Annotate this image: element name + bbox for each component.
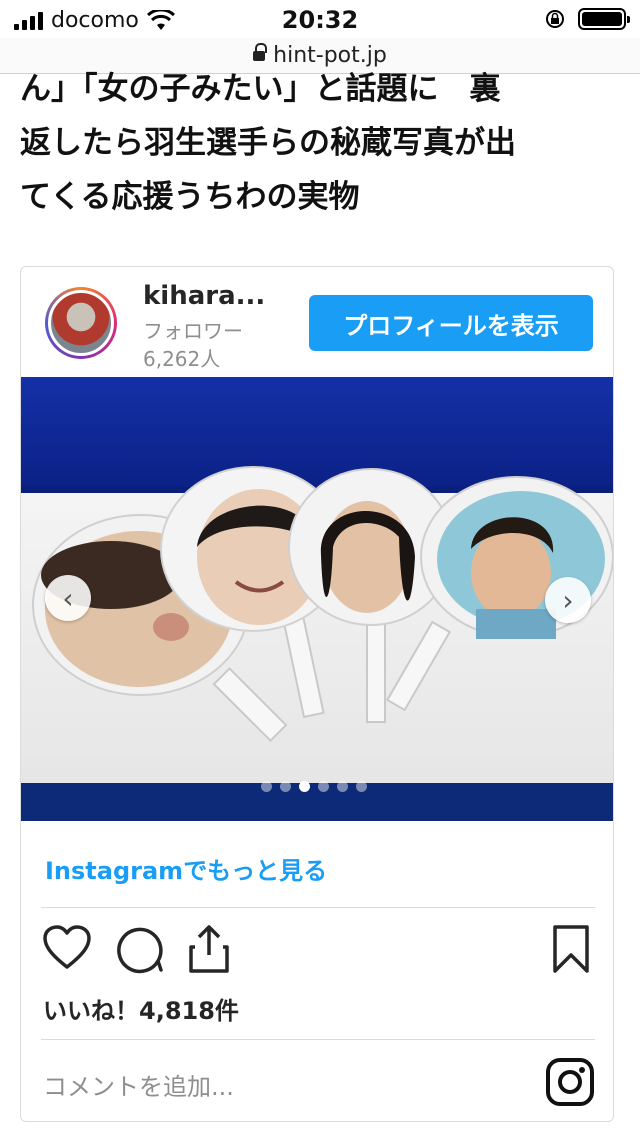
headline-line-3: てくる応援うちわの実物 [20, 179, 360, 215]
status-right [544, 8, 630, 30]
carousel-indicator [261, 781, 367, 792]
instagram-embed: kihara... フォロワー 6,262人 プロフィールを表示 ‹ › Ins… [20, 266, 614, 1122]
username[interactable]: kihara... [143, 281, 265, 311]
headline-line-1: ん」「女の子みたい」と話題に 裏 [20, 71, 501, 107]
carousel-dot [318, 781, 329, 792]
carousel-dot [299, 781, 310, 792]
lock-icon [253, 42, 268, 63]
view-profile-button[interactable]: プロフィールを表示 [309, 295, 593, 351]
carousel-dot [356, 781, 367, 792]
comment-input[interactable]: コメントを追加... [43, 1067, 234, 1102]
share-icon[interactable] [183, 923, 235, 975]
divider [41, 907, 595, 908]
carousel-dot [280, 781, 291, 792]
post-actions [41, 923, 595, 979]
divider [41, 1039, 595, 1040]
instagram-logo-icon[interactable] [545, 1057, 595, 1107]
carousel-dot [261, 781, 272, 792]
battery-icon [578, 8, 630, 30]
article-headline: ん」「女の子みたい」と話題に 裏 返したら羽生選手らの秘蔵写真が出 てくる応援う… [20, 64, 620, 224]
bookmark-icon[interactable] [545, 923, 597, 975]
heart-icon[interactable] [41, 923, 93, 975]
likes-count: いいね！4,818件 [43, 997, 239, 1025]
carousel-prev-button[interactable]: ‹ [45, 575, 91, 621]
avatar[interactable] [45, 287, 117, 359]
instagram-more-link[interactable]: Instagramでもっと見る [45, 851, 327, 886]
followers-label: フォロワー [143, 319, 243, 343]
post-image: ‹ › [21, 377, 613, 821]
status-bar: docomo 20:32 [0, 0, 640, 40]
fan-photo-illustration [32, 466, 613, 743]
headline-line-2: 返したら羽生選手らの秘蔵写真が出 [20, 125, 516, 161]
followers-count: 6,262人 [143, 347, 221, 371]
comment-icon[interactable] [113, 923, 165, 975]
rotation-lock-icon [546, 10, 564, 28]
carousel-next-button[interactable]: › [545, 577, 591, 623]
carousel-dot [337, 781, 348, 792]
